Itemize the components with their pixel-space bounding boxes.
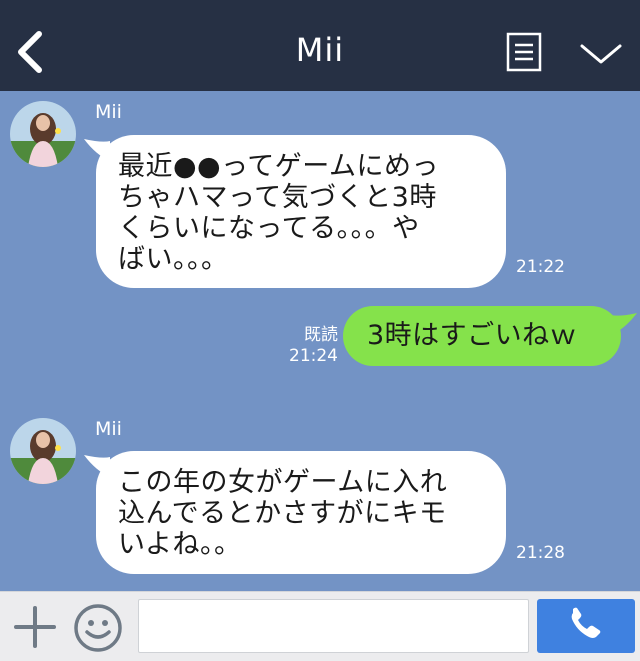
message-bubble-incoming[interactable]: この年の女がゲームに入れ 込んでるとかさすがにキモ いよね。。 <box>96 451 506 574</box>
emoji-icon <box>74 604 122 652</box>
chat-header: Mii <box>0 14 640 91</box>
notes-button[interactable] <box>506 32 544 72</box>
chat-area[interactable]: Mii 最近●●ってゲームにめっ ちゃハマって気づくと3時 くらいになってる。。… <box>0 91 640 591</box>
message-time: 21:22 <box>516 257 565 277</box>
read-label: 既読 <box>304 325 338 345</box>
back-button[interactable] <box>12 28 52 76</box>
message-time: 21:24 <box>289 346 338 366</box>
chat-title: Mii <box>295 31 345 69</box>
message-input[interactable] <box>138 599 529 653</box>
notes-icon <box>506 32 542 72</box>
chevron-down-icon <box>580 44 622 64</box>
message-bubble-incoming[interactable]: 最近●●ってゲームにめっ ちゃハマって気づくと3時 くらいになってる。。。や ば… <box>96 135 506 288</box>
chevron-left-icon <box>18 31 42 73</box>
sender-name: Mii <box>95 101 122 123</box>
bubble-tail <box>611 313 637 335</box>
phone-icon <box>571 607 601 638</box>
menu-toggle-button[interactable] <box>578 38 624 68</box>
sender-name: Mii <box>95 418 122 440</box>
avatar[interactable] <box>10 101 76 167</box>
emoji-button[interactable] <box>72 602 124 654</box>
avatar-photo-icon <box>10 101 76 167</box>
add-attachment-button[interactable] <box>12 604 58 650</box>
avatar[interactable] <box>10 418 76 484</box>
read-receipt: 既読 21:24 <box>282 325 338 367</box>
plus-icon <box>14 606 56 648</box>
status-bar <box>0 0 640 14</box>
avatar-photo-icon <box>10 418 76 484</box>
call-button[interactable] <box>537 599 635 653</box>
input-bar <box>0 591 640 661</box>
message-bubble-outgoing[interactable]: 3時はすごいねｗ <box>343 306 621 366</box>
message-time: 21:28 <box>516 543 565 563</box>
